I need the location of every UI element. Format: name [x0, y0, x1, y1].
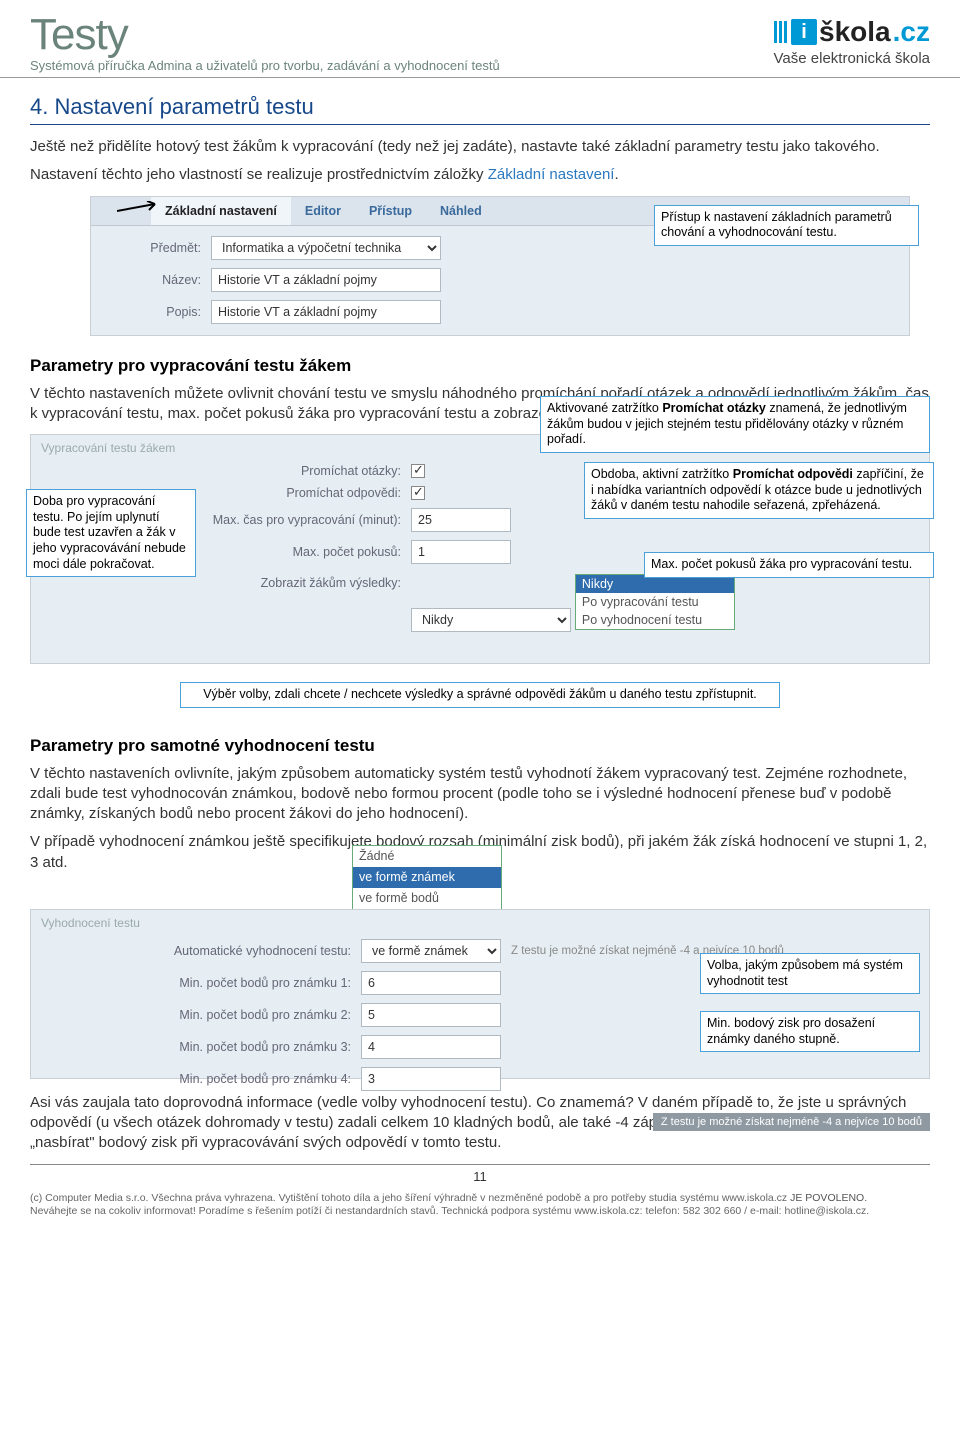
page-header: Testy Systémová příručka Admina a uživat…	[0, 0, 960, 78]
doc-title: Testy	[30, 10, 500, 60]
callout-min-body: Min. bodový zisk pro dosažení známky dan…	[700, 1011, 920, 1052]
input-znamka-2[interactable]	[361, 1003, 501, 1027]
intro-p2a: Nastavení těchto jeho vlastností se real…	[30, 166, 488, 183]
label-predmet: Předmět:	[111, 241, 201, 255]
subhead-parametry-vypracovani: Parametry pro vypracování testu žákem	[30, 356, 930, 376]
legal-line-1b: JE POVOLENO.	[790, 1192, 867, 1204]
pointer-arrow-icon	[117, 201, 167, 215]
logo-tagline: Vaše elektronická škola	[774, 50, 930, 67]
opt-nikdy[interactable]: Nikdy	[576, 575, 734, 593]
label-znamka-2: Min. počet bodů pro známku 2:	[51, 1008, 351, 1022]
section-title: 4. Nastavení parametrů testu	[30, 94, 930, 125]
tab-editor[interactable]: Editor	[291, 197, 355, 225]
title-block: Testy Systémová příručka Admina a uživat…	[30, 10, 500, 73]
legal-line-1a: (c) Computer Media s.r.o. Všechna práva …	[30, 1192, 790, 1204]
select-predmet[interactable]: Informatika a výpočetní technika	[211, 236, 441, 260]
logo-block: i škola .cz Vaše elektronická škola	[774, 16, 930, 67]
checkbox-promichat-otazky[interactable]	[411, 464, 425, 478]
vbars-icon	[774, 21, 787, 43]
callout-row-bottom: Výběr volby, zdali chcete / nechcete výs…	[30, 678, 930, 712]
input-max-cas[interactable]	[411, 508, 511, 532]
input-popis[interactable]	[211, 300, 441, 324]
label-znamka-4: Min. počet bodů pro známku 4:	[51, 1072, 351, 1086]
legal-footer: (c) Computer Media s.r.o. Všechna práva …	[0, 1190, 960, 1233]
checkbox-promichat-odpovedi[interactable]	[411, 486, 425, 500]
intro-link: Základní nastavení	[488, 166, 615, 183]
page-number: 11	[30, 1164, 930, 1184]
tab-nahled[interactable]: Náhled	[426, 197, 496, 225]
dropdown-zobrazit-open[interactable]: Nikdy Po vypracování testu Po vyhodnocen…	[575, 574, 735, 630]
input-max-pokusu[interactable]	[411, 540, 511, 564]
tab-zakladni-nastaveni[interactable]: Základní nastavení	[151, 197, 291, 225]
callout-max-pokusu: Max. počet pokusů žáka pro vypracování t…	[644, 552, 934, 578]
label-auto-vyhodnoceni: Automatické vyhodnocení testu:	[51, 944, 351, 958]
logo-text-skola: škola	[819, 16, 891, 48]
label-znamka-3: Min. počet bodů pro známku 3:	[51, 1040, 351, 1054]
callout-promichat-odpovedi: Obdoba, aktivní zatržítko Promíchat odpo…	[584, 462, 934, 519]
panel-header-vyhodnoceni: Vyhodnocení testu	[31, 910, 929, 933]
opt-znamky[interactable]: ve formě známek	[353, 867, 501, 888]
badge-body-range: Z testu je možné získat nejméně -4 a nej…	[653, 1113, 930, 1131]
label-promichat-otazky: Promíchat otázky:	[51, 464, 401, 478]
opt-po-vyhodnoceni[interactable]: Po vyhodnocení testu	[576, 611, 734, 629]
intro-p1: Ještě než přidělíte hotový test žákům k …	[30, 137, 930, 157]
tab-pristup[interactable]: Přístup	[355, 197, 426, 225]
opt-body[interactable]: ve formě bodů	[353, 888, 501, 909]
doc-subtitle: Systémová příručka Admina a uživatelů pr…	[30, 58, 500, 73]
opt-zadne[interactable]: Žádné	[353, 846, 501, 867]
label-znamka-1: Min. počet bodů pro známku 1:	[51, 976, 351, 990]
select-auto-vyhodnoceni[interactable]: ve formě známek	[361, 939, 501, 963]
p-vyhodnoceni-2: V případě vyhodnocení známkou ještě spec…	[30, 832, 930, 873]
screenshot-tabs-settings: Základní nastavení Editor Přístup Náhled…	[90, 196, 910, 336]
callout-tab-access: Přístup k nastavení základních parametrů…	[654, 205, 919, 246]
select-zobrazit-vysledky[interactable]: Nikdy	[411, 608, 571, 632]
logo-i-icon: i	[791, 19, 817, 45]
callout-doba: Doba pro vypracování testu. Po jejím upl…	[26, 489, 196, 577]
label-nazev: Název:	[111, 273, 201, 287]
logo: i škola .cz	[774, 16, 930, 48]
input-znamka-4[interactable]	[361, 1067, 501, 1091]
callout-zobrazit-vysledky: Výběr volby, zdali chcete / nechcete výs…	[180, 682, 780, 708]
intro-p2b: .	[614, 166, 618, 183]
subhead-parametry-vyhodnoceni: Parametry pro samotné vyhodnocení testu	[30, 736, 930, 756]
legal-line-2: Neváhejte se na cokoliv informovat! Pora…	[30, 1205, 930, 1219]
opt-po-vypracovani[interactable]: Po vypracování testu	[576, 593, 734, 611]
input-nazev[interactable]	[211, 268, 441, 292]
input-znamka-1[interactable]	[361, 971, 501, 995]
p-vyhodnoceni-1: V těchto nastaveních ovlivníte, jakým zp…	[30, 764, 930, 825]
intro-p2: Nastavení těchto jeho vlastností se real…	[30, 165, 930, 185]
label-popis: Popis:	[111, 305, 201, 319]
callout-volba-zpusob: Volba, jakým způsobem má systém vyhodnot…	[700, 953, 920, 994]
input-znamka-3[interactable]	[361, 1035, 501, 1059]
callout-promichat-otazky: Aktivované zatržítko Promíchat otázky zn…	[540, 396, 930, 453]
logo-text-cz: .cz	[893, 16, 930, 48]
